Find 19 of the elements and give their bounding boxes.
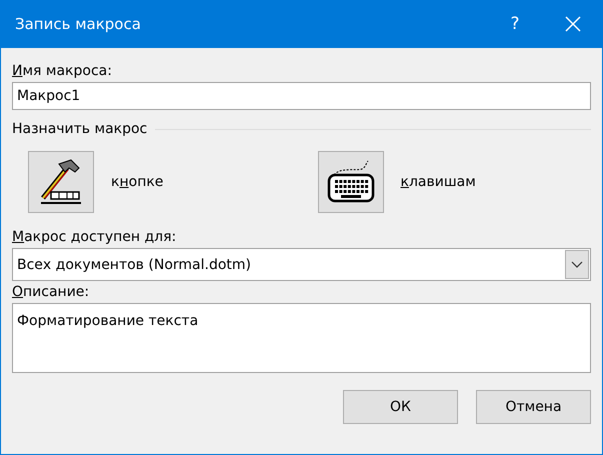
- description-field[interactable]: Форматирование текста: [12, 303, 591, 373]
- field-label: Описание:: [12, 283, 90, 301]
- assign-label: кнопке: [111, 173, 164, 191]
- group-heading: Назначить макрос: [12, 120, 148, 138]
- field-label: Макрос доступен для:: [12, 228, 178, 246]
- input-field[interactable]: Макрос1: [12, 82, 591, 110]
- close-icon: [565, 16, 581, 32]
- chevron-down-icon: [571, 261, 583, 268]
- window-title: Запись макроса: [15, 15, 142, 33]
- dialog-button[interactable]: Отмена: [476, 390, 591, 424]
- assign-button[interactable]: [28, 151, 94, 213]
- help-button[interactable]: ?: [486, 0, 544, 48]
- dropdown-button[interactable]: [565, 250, 589, 279]
- assign-button[interactable]: [318, 151, 384, 213]
- dialog-button[interactable]: ОК: [343, 390, 458, 424]
- field-label: Имя макроса:: [12, 62, 113, 80]
- dropdown-field[interactable]: Всех документов (Normal.dotm): [12, 248, 591, 281]
- assign-label: клавишам: [400, 173, 476, 191]
- keyboard-icon: [326, 159, 376, 205]
